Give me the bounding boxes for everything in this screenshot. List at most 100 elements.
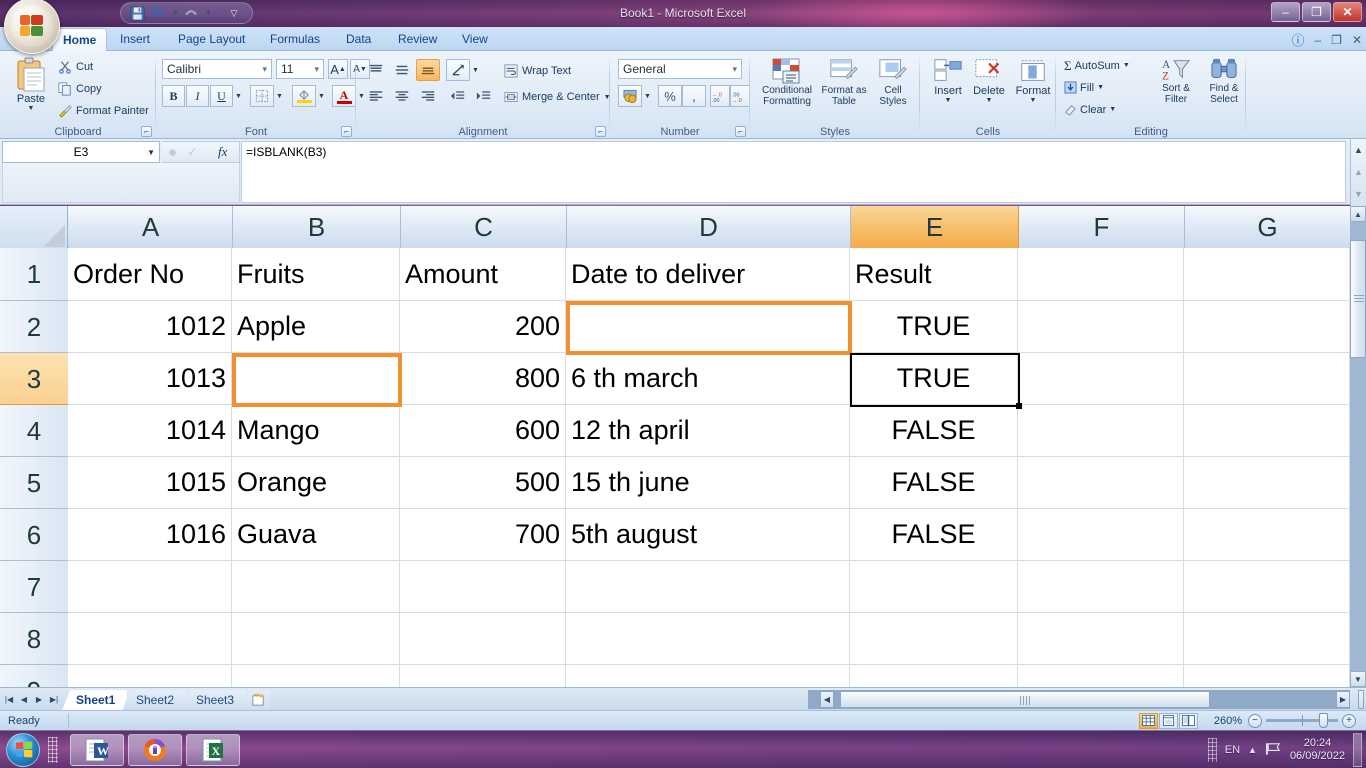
cell-F8[interactable] (1018, 613, 1184, 665)
decrease-indent-button[interactable] (446, 85, 470, 107)
cell-D2[interactable] (566, 301, 850, 353)
cancel-formula-icon[interactable]: ● (168, 144, 177, 161)
cell-F5[interactable] (1018, 457, 1184, 509)
sort-filter-button[interactable]: AZ Sort & Filter (1152, 57, 1200, 121)
accounting-dropdown-icon[interactable]: ▼ (642, 85, 653, 107)
clear-button[interactable]: Clear ▼ (1064, 100, 1144, 119)
paste-button[interactable]: Paste ▼ (8, 57, 54, 123)
cell-A1[interactable]: Order No (68, 248, 232, 301)
cell-A5[interactable]: 1015 (68, 457, 232, 509)
increase-decimal-button[interactable]: ←.0.00 (710, 85, 730, 107)
horizontal-split-handle[interactable] (1358, 690, 1364, 709)
bold-button[interactable]: B (162, 85, 185, 107)
zoom-in-button[interactable]: + (1342, 713, 1356, 728)
merge-center-button[interactable]: Merge & Center ▼ (504, 87, 614, 107)
sheet-tab-sheet2[interactable]: Sheet2 (122, 690, 187, 711)
borders-dropdown-icon[interactable]: ▼ (274, 85, 285, 107)
cell-F9[interactable] (1018, 665, 1184, 687)
row-header-2[interactable]: 2 (0, 301, 68, 353)
delete-cells-dropdown-icon[interactable]: ▼ (986, 97, 993, 104)
cell-A9[interactable] (68, 665, 232, 687)
cell-B4[interactable]: Mango (232, 405, 400, 457)
row-header-3[interactable]: 3 (0, 353, 68, 405)
column-header-d[interactable]: D (567, 206, 851, 248)
accounting-format-button[interactable] (618, 85, 642, 107)
font-dialog-launcher[interactable]: ⌐ (341, 126, 352, 137)
cell-A3[interactable]: 1013 (68, 353, 232, 405)
zoom-slider[interactable]: − + (1248, 713, 1356, 729)
last-sheet-icon[interactable]: ▶| (47, 691, 61, 707)
font-size-select[interactable]: 11 ▾ (276, 59, 324, 79)
page-break-view-button[interactable] (1179, 712, 1198, 729)
cell-F4[interactable] (1018, 405, 1184, 457)
restore-window-button[interactable]: ❐ (1331, 33, 1342, 47)
cut-button[interactable]: Cut (58, 57, 150, 76)
conditional-formatting-button[interactable]: Conditional Formatting (756, 57, 818, 119)
orientation-button[interactable] (446, 59, 470, 81)
alignment-dialog-launcher[interactable]: ⌐ (595, 126, 606, 137)
sheet-tab-sheet1[interactable]: Sheet1 (62, 690, 128, 711)
row-header-7[interactable]: 7 (0, 561, 68, 613)
format-cells-dropdown-icon[interactable]: ▼ (1030, 97, 1037, 104)
name-box[interactable]: E3 ▼ (2, 141, 160, 163)
cell-D7[interactable] (566, 561, 850, 613)
scroll-down-button[interactable]: ▼ (1350, 671, 1366, 687)
insert-cells-button[interactable]: Insert ▼ (928, 57, 968, 121)
cell-B7[interactable] (232, 561, 400, 613)
cell-D1[interactable]: Date to deliver (566, 248, 850, 301)
cell-A2[interactable]: 1012 (68, 301, 232, 353)
cell-A4[interactable]: 1014 (68, 405, 232, 457)
close-button[interactable]: ✕ (1333, 2, 1362, 22)
orientation-dropdown-icon[interactable]: ▼ (470, 59, 481, 81)
windows-start-icon[interactable] (6, 733, 40, 767)
help-icon[interactable]: ⓘ (1291, 30, 1304, 49)
insert-cells-dropdown-icon[interactable]: ▼ (945, 97, 952, 104)
column-header-a[interactable]: A (69, 206, 233, 248)
cell-E6[interactable]: FALSE (850, 509, 1018, 561)
cell-E4[interactable]: FALSE (850, 405, 1018, 457)
insert-worksheet-button[interactable] (242, 690, 270, 711)
cell-G5[interactable] (1184, 457, 1350, 509)
cell-E9[interactable] (850, 665, 1018, 687)
horizontal-scrollbar[interactable]: ◀ ▶ (808, 690, 1350, 709)
cell-B6[interactable]: Guava (232, 509, 400, 561)
cell-B5[interactable]: Orange (232, 457, 400, 509)
cell-C4[interactable]: 600 (400, 405, 566, 457)
clipboard-dialog-launcher[interactable]: ⌐ (141, 126, 152, 137)
cell-D6[interactable]: 5th august (566, 509, 850, 561)
cell-B2[interactable]: Apple (232, 301, 400, 353)
tab-review[interactable]: Review (388, 28, 447, 51)
top-align-button[interactable] (364, 59, 388, 81)
autosum-button[interactable]: Σ AutoSum ▼ (1064, 56, 1144, 75)
cell-E8[interactable] (850, 613, 1018, 665)
page-layout-view-button[interactable] (1159, 712, 1178, 729)
tab-home[interactable]: Home (52, 28, 108, 51)
cell-G4[interactable] (1184, 405, 1350, 457)
cell-E7[interactable] (850, 561, 1018, 613)
split-down-icon[interactable]: ▼ (1351, 183, 1366, 205)
number-format-select[interactable]: General ▾ (618, 59, 742, 79)
fill-button[interactable]: Fill ▼ (1064, 78, 1144, 97)
column-header-b[interactable]: B (233, 206, 401, 248)
language-indicator[interactable]: EN (1225, 744, 1240, 756)
borders-button[interactable] (250, 85, 274, 107)
column-header-f[interactable]: F (1019, 206, 1185, 248)
cell-C5[interactable]: 500 (400, 457, 566, 509)
normal-view-button[interactable] (1139, 712, 1158, 729)
align-left-button[interactable] (364, 85, 388, 107)
cell-A8[interactable] (68, 613, 232, 665)
align-center-button[interactable] (390, 85, 414, 107)
cell-C3[interactable]: 800 (400, 353, 566, 405)
vertical-scrollbar[interactable]: ▲ ▼ (1350, 206, 1366, 687)
cell-D9[interactable] (566, 665, 850, 687)
copy-button[interactable]: Copy (58, 79, 150, 98)
font-color-button[interactable]: A (332, 85, 356, 107)
show-hidden-icons-button[interactable]: ▲ (1248, 745, 1257, 755)
number-dialog-launcher[interactable]: ⌐ (735, 126, 746, 137)
cell-E2[interactable]: TRUE (850, 301, 1018, 353)
paste-dropdown-icon[interactable]: ▼ (28, 105, 35, 112)
middle-align-button[interactable] (390, 59, 414, 81)
browser-taskbar-icon[interactable] (128, 734, 182, 766)
cell-A6[interactable]: 1016 (68, 509, 232, 561)
close-workbook-button[interactable]: ✕ (1352, 33, 1362, 47)
